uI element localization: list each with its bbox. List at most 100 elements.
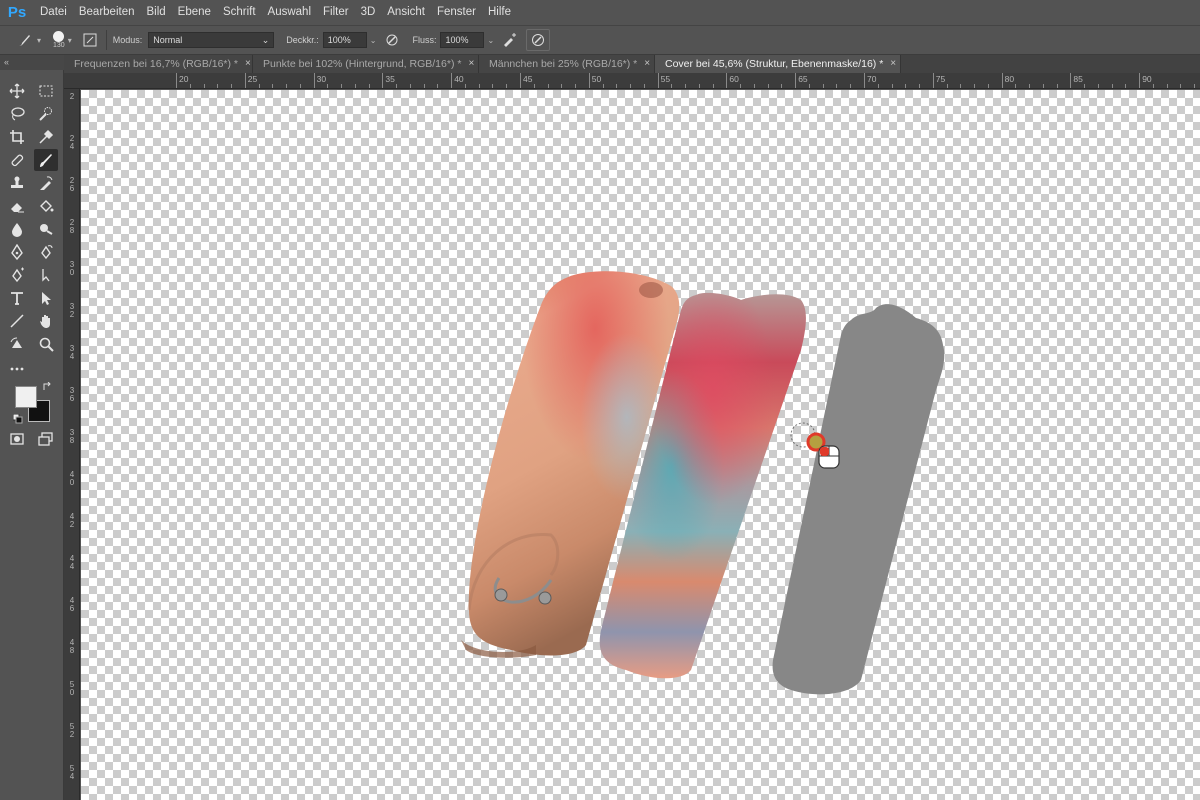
type-icon[interactable] [5, 287, 29, 309]
menu-datei[interactable]: Datei [34, 0, 73, 25]
ruler-minor-tick [492, 84, 494, 88]
close-icon[interactable]: × [468, 55, 474, 73]
menu-3d[interactable]: 3D [355, 0, 382, 25]
ruler-minor-tick [877, 84, 879, 88]
foreground-color-swatch[interactable] [15, 386, 37, 408]
vertical-ruler[interactable]: 2 24 26 28 30 32 34 36 38 40 42 44 46 48 50 52 54 [64, 89, 80, 800]
default-colors-icon[interactable] [12, 413, 23, 424]
opacity-input[interactable]: 100% [322, 32, 367, 48]
menu-auswahl[interactable]: Auswahl [262, 0, 317, 25]
tab-label: Männchen bei 25% (RGB/16*) * [489, 58, 638, 70]
dodge-icon[interactable] [34, 218, 58, 240]
zoom-icon[interactable] [34, 333, 58, 355]
ruler-minor-tick [396, 84, 398, 88]
horizontal-ruler[interactable]: 20 25 30 35 40 45 50 55 60 65 70 75 80 85 90 [64, 73, 1200, 89]
brush-size-picker[interactable]: 130 [53, 30, 65, 50]
more-tools-icon[interactable] [5, 358, 29, 380]
ruler-minor-tick [409, 84, 411, 88]
line-icon[interactable] [5, 310, 29, 332]
chevron-down-icon[interactable]: ⌄ [370, 36, 377, 45]
collapse-toolbar-button[interactable]: « [0, 55, 64, 70]
flow-value: 100% [445, 35, 469, 45]
direct-select-icon[interactable] [34, 287, 58, 309]
ruler-minor-tick [850, 84, 852, 88]
pressure-size-icon[interactable] [526, 29, 551, 51]
stamp-icon[interactable] [5, 172, 29, 194]
ruler-major-tick [1001, 73, 1003, 88]
airbrush-icon[interactable] [500, 30, 520, 50]
ruler-label: 36 [69, 386, 75, 403]
ruler-minor-tick [547, 84, 549, 88]
quick-select-icon[interactable] [34, 103, 58, 125]
crop-icon[interactable] [5, 126, 29, 148]
ruler-major-tick [726, 73, 728, 88]
eraser-icon[interactable] [5, 195, 29, 217]
quick-mask-icon[interactable] [5, 428, 29, 450]
ruler-minor-tick [740, 84, 742, 88]
brush-preset-icon[interactable] [14, 30, 34, 50]
healing-icon[interactable] [5, 149, 29, 171]
ruler-minor-tick [272, 84, 274, 88]
paint-bucket-icon[interactable] [34, 195, 58, 217]
ruler-minor-tick [1111, 84, 1113, 88]
close-icon[interactable]: × [245, 55, 251, 73]
menu-ebene[interactable]: Ebene [172, 0, 217, 25]
ruler-label: 2 [69, 92, 75, 101]
tab-cover[interactable]: Cover bei 45,6% (Struktur, Ebenenmaske/1… [655, 55, 901, 73]
freeform-pen-icon[interactable] [34, 241, 58, 263]
brush-icon[interactable] [34, 149, 58, 171]
menu-fenster[interactable]: Fenster [431, 0, 482, 25]
history-brush-icon[interactable] [34, 172, 58, 194]
ruler-label: 75 [935, 74, 946, 84]
ruler-label: 80 [1004, 74, 1015, 84]
swap-colors-icon[interactable] [42, 381, 52, 392]
mode-select[interactable]: Normal ⌄ [148, 32, 275, 48]
ruler-label: 32 [69, 302, 75, 319]
ruler-minor-tick [506, 84, 508, 88]
lasso-icon[interactable] [5, 103, 29, 125]
ruler-label: 28 [69, 218, 75, 235]
menu-bearbeiten[interactable]: Bearbeiten [73, 0, 141, 25]
blur-icon[interactable] [5, 218, 29, 240]
ruler-label: 60 [729, 74, 739, 84]
chevron-down-icon[interactable]: ⌄ [487, 36, 494, 45]
document-tabs: Frequenzen bei 16,7% (RGB/16*) * × Punkt… [64, 55, 1200, 73]
ruler-minor-tick [189, 84, 191, 88]
flow-input[interactable]: 100% [440, 32, 485, 48]
ruler-minor-tick [891, 84, 893, 88]
ruler-minor-tick [836, 84, 838, 88]
path-select-icon[interactable] [34, 264, 58, 286]
chevron-down-icon[interactable]: ▾ [37, 36, 41, 45]
ruler-label: 40 [69, 470, 75, 487]
brush-panel-icon[interactable] [80, 30, 100, 50]
ruler-major-tick [588, 73, 590, 88]
anchor-pen-icon[interactable] [5, 264, 29, 286]
menu-ansicht[interactable]: Ansicht [381, 0, 431, 25]
screen-mode-icon[interactable] [34, 428, 58, 450]
menu-filter[interactable]: Filter [317, 0, 355, 25]
rotate-view-icon[interactable] [5, 333, 29, 355]
ruler-label: 42 [69, 512, 75, 529]
menu-schrift[interactable]: Schrift [217, 0, 262, 25]
chevron-down-icon[interactable]: ▾ [68, 36, 72, 45]
pen-icon[interactable] [5, 241, 29, 263]
ruler-label: 48 [69, 638, 75, 655]
marquee-icon[interactable] [34, 80, 58, 102]
tab-frequenzen[interactable]: Frequenzen bei 16,7% (RGB/16*) * × [64, 55, 253, 73]
tab-label: Cover bei 45,6% (Struktur, Ebenenmaske/1… [665, 58, 884, 70]
flow-label: Fluss: [412, 35, 437, 45]
ruler-minor-tick [299, 84, 301, 88]
document-canvas[interactable] [81, 90, 1200, 800]
close-icon[interactable]: × [890, 55, 896, 73]
hand-icon[interactable] [34, 310, 58, 332]
eyedropper-icon[interactable] [34, 126, 58, 148]
tab-punkte[interactable]: Punkte bei 102% (Hintergrund, RGB/16*) *… [253, 55, 479, 73]
tab-label: Punkte bei 102% (Hintergrund, RGB/16*) * [263, 58, 462, 70]
tab-maennchen[interactable]: Männchen bei 25% (RGB/16*) * × [479, 55, 655, 73]
move-icon[interactable] [5, 80, 29, 102]
menu-hilfe[interactable]: Hilfe [482, 0, 517, 25]
pressure-opacity-icon[interactable] [382, 30, 402, 50]
menu-bild[interactable]: Bild [140, 0, 171, 25]
ruler-minor-tick [258, 84, 260, 88]
close-icon[interactable]: × [644, 55, 650, 73]
